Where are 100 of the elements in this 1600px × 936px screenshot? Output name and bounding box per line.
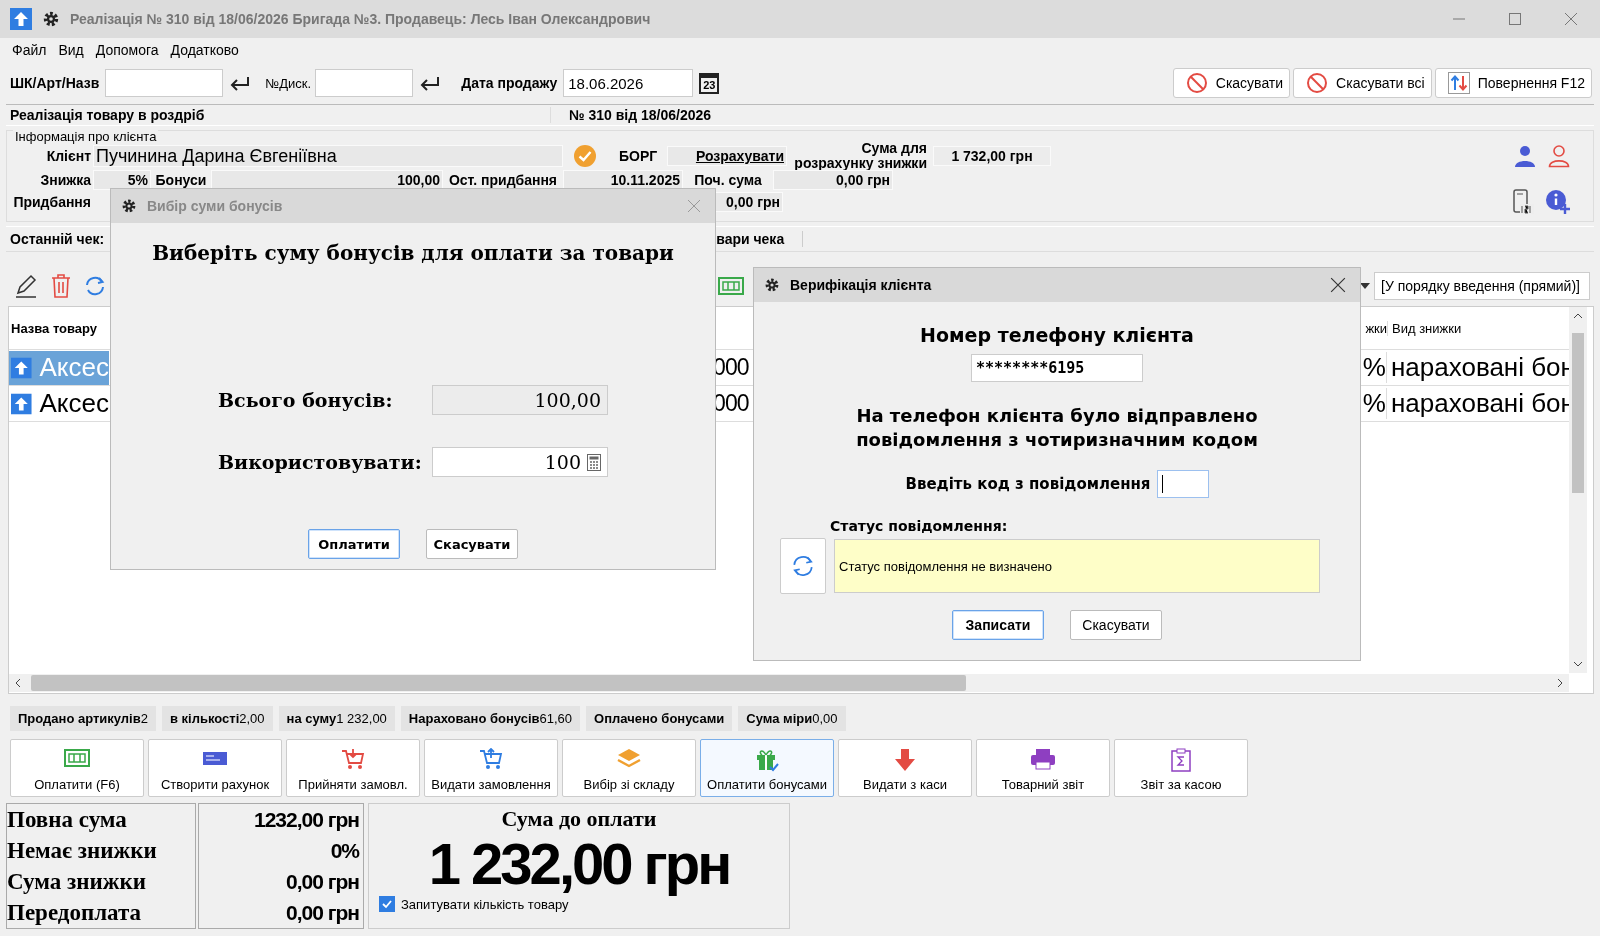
code-field[interactable] <box>1156 470 1209 498</box>
column-header[interactable]: Назва товару <box>9 320 109 336</box>
window-title: Реалізація № 310 від 18/06/2026 Бригада №3. Продавець: Лесь Іван Олександрович <box>70 11 651 27</box>
toolbar-button[interactable]: Скасувати всі <box>1293 68 1432 98</box>
amount-due-value: 1 232,00 грн <box>428 832 730 896</box>
dialog-button[interactable]: Скасувати <box>426 529 518 559</box>
status-box: Статус повідомлення не визначено <box>834 539 1320 593</box>
checkbox[interactable] <box>379 896 395 912</box>
dialog-button[interactable]: Оплатити <box>308 529 400 559</box>
cart-icon <box>341 748 365 770</box>
menu-item[interactable]: Файл <box>12 42 47 58</box>
info-plus-icon[interactable] <box>1545 189 1571 215</box>
vertical-scrollbar[interactable] <box>1569 307 1587 673</box>
field-label: Клієнт <box>45 148 92 164</box>
cash-icon[interactable] <box>718 277 744 295</box>
total-value: 0,00 грн <box>286 869 359 894</box>
refresh-icon <box>791 554 815 578</box>
maximize-icon[interactable] <box>1508 12 1522 26</box>
action-button[interactable]: Оплатити бонусами <box>700 739 834 797</box>
table-cell: Аксес <box>39 352 109 383</box>
summary-item: Сума міри0,00 <box>738 706 846 731</box>
field-label: Знижка <box>39 172 92 188</box>
discount-field: 5% <box>93 170 151 190</box>
horizontal-scrollbar[interactable] <box>9 674 1569 692</box>
person-icon[interactable] <box>1513 144 1537 168</box>
total-value: 0,00 грн <box>286 900 359 925</box>
field-label: Всього бонусів: <box>218 389 393 411</box>
dialog-button[interactable]: Записати <box>952 610 1044 640</box>
checkbox-label: Запитувати кількість товару <box>401 896 569 912</box>
action-button[interactable]: Прийняти замовл. <box>286 739 420 797</box>
chevron-left-icon[interactable] <box>15 678 21 688</box>
down-arrow-icon <box>894 748 916 772</box>
person-outline-icon[interactable] <box>1547 144 1571 168</box>
use-bonus-field[interactable]: 100 <box>432 447 608 477</box>
total-label: Повна сума <box>7 806 127 833</box>
refresh-button[interactable] <box>780 538 826 594</box>
calendar-button[interactable]: 23 <box>699 72 720 94</box>
field-label: Дата продажу <box>461 75 558 91</box>
menu-item[interactable]: Допомога <box>95 42 159 58</box>
total-bonus-field: 100,00 <box>432 385 608 415</box>
dialog-title: Вибір суми бонусів <box>147 198 283 214</box>
gift-icon <box>755 748 779 772</box>
caret-icon[interactable] <box>1360 283 1370 289</box>
group-label: Інформація про клієнта <box>13 129 159 144</box>
toolbar-button[interactable]: Скасувати <box>1172 68 1291 98</box>
trash-icon[interactable] <box>50 274 72 298</box>
action-button[interactable]: Видати замовлення <box>424 739 558 797</box>
chevron-up-icon[interactable] <box>1573 313 1583 319</box>
barcode-field[interactable] <box>105 69 224 97</box>
discount-base-field: 1 732,00 грн <box>933 146 1051 166</box>
sort-dropdown[interactable]: [У порядку введення (прямий)] <box>1374 272 1590 300</box>
pencil-icon[interactable] <box>14 274 38 298</box>
printer-icon <box>1030 748 1056 770</box>
action-button[interactable]: Видати з каси <box>838 739 972 797</box>
field-label: №Диск. <box>265 75 312 91</box>
field-label: Сума для розрахунку знижки <box>793 141 927 171</box>
summary-item: Продано артикулів2 <box>10 706 156 731</box>
prohibited-icon <box>1185 72 1208 94</box>
cash-icon <box>64 748 90 768</box>
gear-icon[interactable] <box>121 198 137 214</box>
total-label: Сума знижки <box>7 868 146 895</box>
status-label: Статус повідомлення: <box>830 518 1008 534</box>
message-text: На телефон клієнта було відправлено повідомлення з чотиризначним кодом <box>855 404 1259 452</box>
client-name-field: Пучинина Дарина Євгеніївна <box>93 145 563 167</box>
chevron-down-icon[interactable] <box>1573 661 1583 667</box>
prohibited-icon <box>1306 72 1329 94</box>
field-label: Останній чек: <box>10 231 105 247</box>
action-button[interactable]: Створити рахунок <box>148 739 282 797</box>
field-label: БОРГ <box>619 148 659 164</box>
dialog-title: Верифікація клієнта <box>790 277 932 293</box>
action-button[interactable]: Вибір зі складу <box>562 739 696 797</box>
bonus-field: 100,00 <box>211 170 443 190</box>
gear-icon[interactable] <box>42 10 60 28</box>
toolbar-button[interactable]: Повернення F12 <box>1434 68 1592 98</box>
enter-icon[interactable] <box>229 75 252 91</box>
summary-item: Нараховано бонусів61,60 <box>400 706 581 731</box>
dialog-heading: Виберіть суму бонусів для оплати за товари <box>152 241 674 265</box>
phone-field: ********6195 <box>971 354 1143 382</box>
gear-icon[interactable] <box>764 277 780 293</box>
summary-item: Оплачено бонусами <box>586 706 733 731</box>
action-button[interactable]: Звіт за касою <box>1114 739 1248 797</box>
field-label: ШК/Арт/Назв <box>10 75 100 91</box>
swap-arrows-icon <box>1447 72 1470 94</box>
refresh-icon[interactable] <box>84 275 106 297</box>
card-field[interactable] <box>315 69 414 97</box>
action-button[interactable]: Оплатити (F6) <box>10 739 144 797</box>
calculator-icon[interactable] <box>587 453 601 471</box>
dialog-button[interactable]: Скасувати <box>1070 610 1162 640</box>
close-icon[interactable] <box>1330 277 1346 293</box>
chevron-right-icon[interactable] <box>1557 678 1563 688</box>
enter-icon[interactable] <box>419 75 442 91</box>
menu-item[interactable]: Додатково <box>170 42 239 58</box>
table-cell-text: % <box>1361 352 1386 383</box>
total-label: Передоплата <box>7 899 142 926</box>
date-field[interactable]: 18.06.2026 <box>563 69 694 97</box>
menu-item[interactable]: Вид <box>58 42 84 58</box>
field-label: Введіть код з повідомлення <box>905 475 1151 493</box>
total-label: Немає знижки <box>7 837 157 864</box>
cart-icon <box>479 748 503 770</box>
action-button[interactable]: Товарний звіт <box>976 739 1110 797</box>
